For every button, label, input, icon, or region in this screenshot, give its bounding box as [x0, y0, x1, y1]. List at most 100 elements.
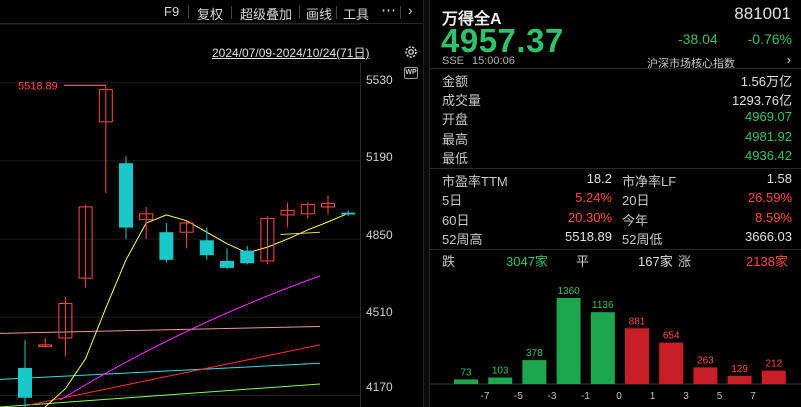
distribution-bar — [659, 342, 684, 384]
metric-label: 20日 — [622, 193, 650, 209]
up-label: 涨 — [678, 254, 692, 269]
kline-chart-panel[interactable]: F9 复权 超级叠加 画线 工具 ⋯ › 5518.89 2024/07/09-… — [0, 0, 423, 407]
panel-splitter[interactable] — [423, 0, 430, 407]
candle-body — [18, 367, 32, 398]
distribution-tick-label: -7 — [481, 391, 490, 402]
metric-value: 26.59% — [747, 190, 792, 206]
stat-row: 金额 1.56万亿 — [442, 71, 792, 89]
distribution-tick-label: 0 — [616, 391, 622, 402]
distribution-bar — [522, 360, 547, 384]
price-tick: 4510 — [366, 305, 393, 319]
distribution-value-label: 103 — [492, 365, 509, 376]
stat-value: 4981.92 — [745, 128, 792, 144]
distribution-bar — [727, 375, 752, 384]
stat-label: 最高 — [442, 131, 469, 147]
distribution-tick-label: -1 — [581, 391, 590, 402]
down-count: 3047家 — [506, 254, 548, 269]
distribution-bar — [761, 370, 786, 384]
stat-value: 1.56万亿 — [740, 74, 792, 89]
metric-value: 5.24% — [575, 190, 612, 206]
stat-label: 开盘 — [442, 112, 469, 128]
metric-value: 5518.89 — [565, 228, 612, 244]
ma20-line — [59, 275, 321, 401]
metric-value: 1.58 — [766, 171, 792, 186]
date-range-label[interactable]: 2024/07/09-2024/10/24(71日) — [212, 44, 369, 61]
stat-value: 1293.76亿 — [732, 93, 792, 109]
price-axis: 5530 5190 4850 4510 4170 — [360, 62, 423, 407]
metric-label: 5日 — [442, 193, 463, 209]
distribution-tick-label: 3 — [683, 391, 689, 402]
distribution-tick-label: 7 — [750, 391, 756, 402]
metric-row: 52周高 5518.89 52周低 3666.03 — [442, 229, 792, 247]
distribution-value-label: 212 — [765, 359, 782, 370]
security-code: 881001 — [734, 4, 791, 23]
stat-row: 成交量 1293.76亿 — [442, 90, 792, 108]
metric-row: 5日 5.24% 20日 26.59% — [442, 190, 792, 208]
price-tick: 4850 — [366, 228, 393, 242]
metric-label: 今年 — [622, 212, 649, 228]
up-count: 2138家 — [746, 254, 788, 269]
metric-value: 8.59% — [755, 209, 792, 225]
divider — [430, 68, 801, 69]
distribution-tick-label: -3 — [548, 391, 557, 402]
distribution-bar — [488, 377, 513, 384]
ma120-line — [0, 362, 321, 380]
metric-value: 20.30% — [567, 209, 612, 225]
change-distribution-chart: 73 10337813601136881654263129 212-7 -5 -3 -1 0… — [430, 286, 801, 402]
distribution-value-label: 1360 — [557, 286, 580, 297]
distribution-tick-label: 1 — [650, 391, 656, 402]
stat-row: 最高 4981.92 — [442, 129, 792, 147]
quote-panel: 万得全A 881001 4957.37 -38.04 -0.76% SSE 15… — [430, 0, 801, 407]
price-tick: 4170 — [366, 380, 393, 394]
down-label: 跌 — [442, 254, 456, 269]
metric-label: 60日 — [442, 212, 470, 228]
distribution-value-label: 881 — [629, 316, 646, 327]
distribution-value-label: 378 — [526, 348, 543, 359]
distribution-bar — [454, 379, 478, 384]
metric-label: 市净率LF — [622, 174, 677, 189]
distribution-value-label: 73 — [460, 367, 472, 378]
candle-body — [199, 240, 214, 256]
quote-time: 15:00:06 — [472, 55, 515, 67]
price-tick: 5190 — [366, 150, 393, 164]
divider — [430, 249, 801, 250]
distribution-bar — [693, 367, 718, 384]
candle-body — [220, 260, 234, 268]
distribution-value-label: 129 — [731, 364, 748, 375]
metric-row: 60日 20.30% 今年 8.59% — [442, 210, 792, 228]
chevron-right-icon[interactable]: › — [787, 52, 791, 67]
stat-row: 开盘 4969.07 — [442, 109, 792, 127]
candle-body — [240, 250, 255, 264]
metric-label: 52周高 — [442, 231, 483, 247]
distribution-bar — [590, 312, 615, 384]
stat-value: 4936.42 — [745, 147, 792, 163]
metric-label: 市盈率TTM — [442, 174, 508, 189]
settings-gear-icon[interactable] — [403, 44, 419, 60]
flat-count: 167家 — [638, 254, 673, 269]
candle-body — [341, 212, 356, 215]
metric-label: 52周低 — [622, 231, 663, 247]
divider — [430, 168, 801, 169]
market-breadth-row: 跌 3047家 平 167家 涨 2138家 — [442, 251, 792, 269]
ma-flat-line — [0, 326, 321, 334]
price-tick: 5530 — [366, 73, 393, 87]
candle-body — [119, 163, 133, 228]
stat-value: 4969.07 — [745, 109, 792, 125]
price-change: -38.04 — [678, 31, 718, 47]
distribution-bar — [625, 328, 649, 384]
flat-label: 平 — [576, 254, 590, 269]
distribution-bar — [556, 298, 581, 384]
stat-label: 金额 — [442, 74, 469, 89]
ma-mid-line — [280, 231, 321, 235]
high-price-label: 5518.89 — [18, 80, 58, 92]
distribution-value-label: 1136 — [592, 300, 614, 311]
metric-value: 3666.03 — [745, 228, 792, 244]
stat-label: 最低 — [442, 150, 469, 166]
candle-body — [159, 232, 174, 260]
stat-label: 成交量 — [442, 93, 482, 109]
distribution-value-label: 654 — [663, 331, 680, 342]
metric-row: 市盈率TTM 18.2 市净率LF 1.58 — [442, 171, 792, 189]
stat-row: 最低 4936.42 — [442, 148, 792, 166]
price-change-percent: -0.76% — [747, 31, 792, 47]
distribution-tick-label: 5 — [717, 391, 723, 402]
